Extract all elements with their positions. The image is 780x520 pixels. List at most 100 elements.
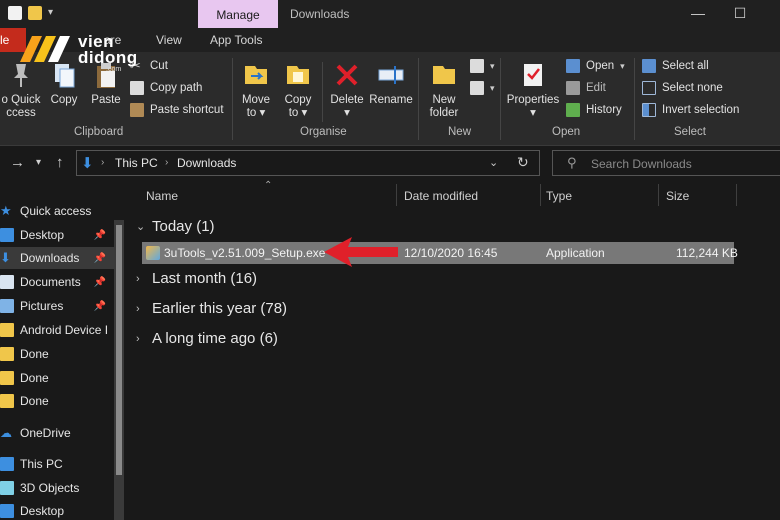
new-folder-icon[interactable]: [28, 6, 42, 20]
nav-item-desktop[interactable]: Desktop 📌: [0, 224, 120, 246]
nav-item-done[interactable]: Done: [0, 367, 120, 389]
move-to-button[interactable]: Move to ▾: [238, 60, 274, 120]
column-header-size[interactable]: Size: [666, 189, 689, 203]
nav-item-documents[interactable]: Documents 📌: [0, 271, 120, 293]
nav-item-3d-objects[interactable]: 3D Objects: [0, 477, 120, 499]
rename-label: Rename: [369, 94, 413, 106]
column-separator[interactable]: [396, 184, 397, 206]
group-header-label: Last month (16): [152, 270, 258, 287]
paste-shortcut-icon: [130, 103, 144, 117]
nav-item-android-device[interactable]: Android Device I: [0, 319, 120, 341]
nav-item-onedrive[interactable]: ☁ OneDrive: [0, 422, 120, 444]
select-all-button[interactable]: Select all: [642, 59, 709, 73]
column-separator[interactable]: [540, 184, 541, 206]
column-header-date-modified[interactable]: Date modified: [404, 189, 478, 203]
cube-icon: [0, 481, 14, 495]
column-separator[interactable]: [736, 184, 737, 206]
logo-mark-icon: [20, 36, 70, 62]
rename-icon: [376, 60, 406, 90]
copy-path-icon: [130, 81, 144, 95]
download-folder-icon: ⬇: [81, 155, 94, 172]
address-dropdown-chevron-icon[interactable]: ⌄: [489, 156, 498, 169]
delete-label: Delete: [330, 94, 364, 106]
open-button[interactable]: Open ▾: [566, 59, 625, 73]
up-arrow-icon[interactable]: ↑: [56, 154, 64, 171]
star-icon: ★: [0, 203, 12, 218]
group-header-today[interactable]: ⌄ Today (1): [136, 218, 215, 235]
delete-x-icon: [332, 60, 362, 90]
logo-text-com: .com: [106, 66, 122, 73]
title-bar: ▾ Manage Downloads — ☐: [0, 0, 780, 28]
history-button[interactable]: History: [566, 103, 622, 117]
edit-icon: [566, 81, 580, 95]
copy-path-button[interactable]: Copy path: [130, 81, 202, 95]
sort-chevron-icon: ⌃: [264, 180, 273, 191]
properties-label: Properties: [506, 94, 560, 106]
nav-item-quick-access[interactable]: ★ Quick access: [0, 200, 120, 222]
breadcrumb-this-pc[interactable]: This PC: [115, 156, 158, 170]
group-header-last-month[interactable]: › Last month (16): [136, 270, 257, 287]
column-separator[interactable]: [658, 184, 659, 206]
new-folder-button[interactable]: New folder: [424, 60, 464, 120]
properties-icon[interactable]: [8, 6, 22, 20]
tab-app-tools[interactable]: App Tools: [210, 33, 262, 47]
select-none-button[interactable]: Select none: [642, 81, 723, 95]
tab-manage[interactable]: Manage: [198, 0, 278, 28]
nav-item-done[interactable]: Done: [0, 390, 120, 412]
nav-item-downloads[interactable]: ⬇ Downloads 📌: [0, 247, 120, 269]
address-bar[interactable]: ⬇ › This PC › Downloads ⌄ ↻: [76, 150, 540, 176]
easy-access-button[interactable]: ▾: [470, 81, 495, 95]
copy-to-button[interactable]: Copy to ▾: [280, 60, 316, 120]
pin-label-2: ccess: [6, 107, 36, 119]
column-header-type[interactable]: Type: [546, 189, 572, 203]
recent-locations-chevron-icon[interactable]: ▾: [36, 157, 41, 168]
copy-label: Copy: [50, 94, 78, 106]
history-icon: [566, 103, 580, 117]
properties-chevron-icon[interactable]: ▾: [504, 107, 562, 120]
delete-button[interactable]: Delete ▾: [328, 60, 366, 120]
move-to-icon: [241, 60, 271, 90]
minimize-icon[interactable]: —: [688, 4, 708, 24]
cloud-icon: ☁: [0, 426, 12, 440]
paste-shortcut-button[interactable]: Paste shortcut: [130, 103, 224, 117]
properties-button[interactable]: Properties ▾: [504, 60, 562, 120]
breadcrumb-separator-icon: ›: [101, 157, 105, 168]
logo-text-didong: didong: [78, 48, 138, 67]
forward-arrow-icon[interactable]: →: [10, 154, 25, 171]
group-header-earlier-this-year[interactable]: › Earlier this year (78): [136, 300, 287, 317]
customize-toolbar-chevron-icon[interactable]: ▾: [48, 6, 62, 20]
breadcrumb-downloads[interactable]: Downloads: [177, 156, 236, 170]
new-item-button[interactable]: ▾: [470, 59, 495, 73]
navigation-pane: ★ Quick access Desktop 📌 ⬇ Downloads 📌 D…: [0, 180, 126, 520]
nav-pane-scroll-thumb[interactable]: [116, 225, 122, 475]
select-all-icon: [642, 59, 656, 73]
nav-item-desktop-pc[interactable]: Desktop: [0, 500, 120, 520]
file-size: 112,244 KB: [676, 246, 738, 260]
rename-button[interactable]: Rename: [368, 60, 414, 107]
delete-chevron-icon[interactable]: ▾: [328, 107, 366, 120]
maximize-icon[interactable]: ☐: [730, 4, 750, 24]
refresh-icon[interactable]: ↻: [517, 154, 529, 171]
folder-icon: [0, 323, 14, 337]
pictures-icon: [0, 299, 14, 313]
pin-icon: 📌: [93, 276, 106, 288]
copy-to-icon: [283, 60, 313, 90]
nav-item-label: Android Device I: [20, 323, 109, 337]
table-row[interactable]: 3uTools_v2.51.009_Setup.exe 12/10/2020 1…: [142, 242, 738, 264]
invert-selection-button[interactable]: Invert selection: [642, 103, 739, 117]
tab-view[interactable]: View: [156, 33, 182, 47]
quick-access-toolbar: ▾: [8, 6, 62, 20]
nav-item-done[interactable]: Done: [0, 343, 120, 365]
easy-access-icon: [470, 81, 484, 95]
nav-item-this-pc[interactable]: This PC: [0, 453, 120, 475]
select-none-icon: [642, 81, 656, 95]
ribbon-separator: [232, 58, 233, 140]
folder-icon: [0, 347, 14, 361]
search-box[interactable]: ⚲ Search Downloads: [552, 150, 780, 176]
edit-button[interactable]: Edit: [566, 81, 606, 95]
column-header-name[interactable]: Name: [146, 189, 178, 203]
group-header-long-time-ago[interactable]: › A long time ago (6): [136, 330, 278, 347]
nav-item-pictures[interactable]: Pictures 📌: [0, 295, 120, 317]
search-input[interactable]: Search Downloads: [591, 157, 692, 171]
file-type: Application: [546, 246, 605, 260]
